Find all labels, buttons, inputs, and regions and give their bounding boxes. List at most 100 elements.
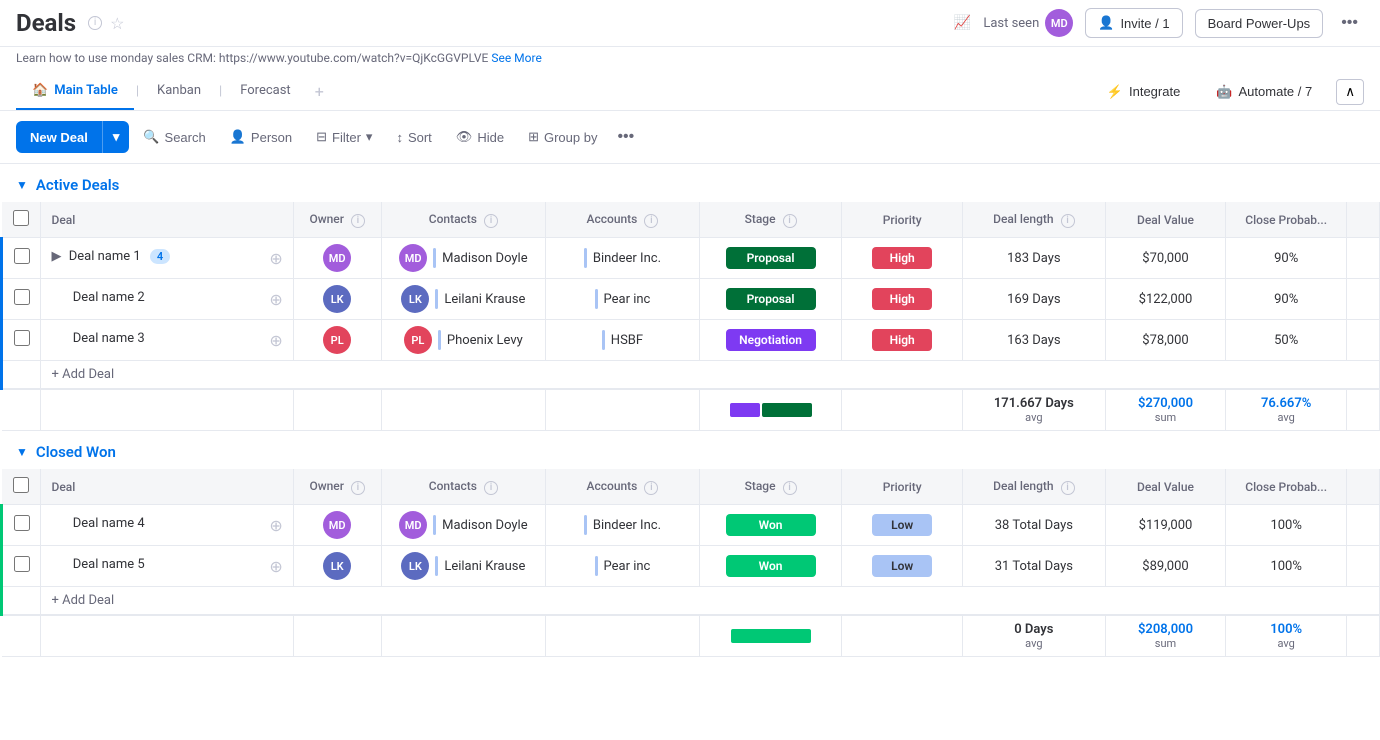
add-row-icon[interactable]: ⊕ <box>269 290 282 309</box>
account-name: Bindeer Inc. <box>593 251 661 266</box>
cw-th-deal: Deal <box>41 469 293 505</box>
closed-won-title[interactable]: Closed Won <box>36 443 116 461</box>
deal-value-cell: $70,000 <box>1105 238 1226 279</box>
filter-button[interactable]: ⊟ Filter ▾ <box>306 123 382 151</box>
contact-cell: MD Madison Doyle <box>381 238 546 279</box>
th-stage: Stage i <box>699 202 842 238</box>
hide-label: Hide <box>477 130 504 145</box>
row-checkbox[interactable] <box>14 515 30 531</box>
accounts-info-icon[interactable]: i <box>644 214 658 228</box>
integrate-icon: ⚡ <box>1107 84 1123 100</box>
collapse-button[interactable]: ∧ <box>1336 79 1364 105</box>
expand-icon[interactable]: ▶ <box>51 249 61 264</box>
person-button[interactable]: 👤 Person <box>220 123 302 151</box>
add-row-icon[interactable]: ⊕ <box>269 516 282 535</box>
row-checkbox[interactable] <box>14 248 30 264</box>
deal-value-cell: $119,000 <box>1105 505 1226 546</box>
invite-button[interactable]: 👤 Invite / 1 <box>1085 8 1182 38</box>
th-deal-value: Deal Value <box>1105 202 1226 238</box>
cw-owner-info-icon[interactable]: i <box>351 481 365 495</box>
cw-accounts-info-icon[interactable]: i <box>644 481 658 495</box>
stage-cell: Negotiation <box>699 320 842 361</box>
tab-kanban[interactable]: Kanban <box>141 73 217 110</box>
stage-cell: Won <box>699 505 842 546</box>
info-icon[interactable]: i <box>88 16 102 30</box>
summary-deal-value-val: $270,000 <box>1116 396 1216 411</box>
owner-avatar: PL <box>323 326 351 354</box>
owner-cell: PL <box>293 320 381 361</box>
cw-deal-length-info-icon[interactable]: i <box>1061 481 1075 495</box>
active-deals-chevron[interactable]: ▼ <box>16 178 28 192</box>
account-name: Pear inc <box>604 292 651 307</box>
search-button[interactable]: 🔍 Search <box>133 123 215 151</box>
summary-close-prob-val: 100% <box>1236 622 1336 637</box>
tab-forecast[interactable]: Forecast <box>224 73 306 110</box>
row-checkbox[interactable] <box>14 556 30 572</box>
sort-button[interactable]: ↕ Sort <box>386 124 441 151</box>
owner-cell: LK <box>293 546 381 587</box>
add-deal-cell[interactable]: + Add Deal <box>41 361 1380 390</box>
sum-check <box>2 389 41 431</box>
add-deal-row: + Add Deal <box>2 587 1380 616</box>
deal-value-cell: $89,000 <box>1105 546 1226 587</box>
tab-separator-1: | <box>136 84 139 99</box>
select-all-active[interactable] <box>13 210 29 226</box>
owner-cell: MD <box>293 238 381 279</box>
account-separator <box>595 556 598 576</box>
deal-length-cell: 163 Days <box>963 320 1106 361</box>
account-cell: Bindeer Inc. <box>546 505 700 546</box>
cw-th-check <box>2 469 41 505</box>
contact-cell: LK Leilani Krause <box>381 279 546 320</box>
row-checkbox[interactable] <box>14 289 30 305</box>
header-right: 📈 Last seen MD 👤 Invite / 1 Board Power-… <box>954 8 1364 38</box>
group-by-button[interactable]: ⊞ Group by <box>518 123 607 151</box>
more-options-button[interactable]: ••• <box>1335 12 1364 34</box>
add-tab-button[interactable]: + <box>315 82 324 101</box>
person-label: Person <box>251 130 292 145</box>
add-row-icon[interactable]: ⊕ <box>269 557 282 576</box>
closed-won-chevron[interactable]: ▼ <box>16 445 28 459</box>
new-deal-dropdown-icon[interactable]: ▾ <box>102 121 130 153</box>
row-checkbox[interactable] <box>14 330 30 346</box>
deal-name: Deal name 5 <box>73 557 145 572</box>
th-contacts: Contacts i <box>381 202 546 238</box>
deal-value-cell: $122,000 <box>1105 279 1226 320</box>
summary-close-prob-label: avg <box>1236 411 1336 424</box>
select-all-won[interactable] <box>13 477 29 493</box>
add-row-icon[interactable]: ⊕ <box>269 249 282 268</box>
priority-cell: Low <box>842 505 963 546</box>
sum-accounts <box>546 615 700 657</box>
stage-info-icon[interactable]: i <box>783 214 797 228</box>
hide-button[interactable]: 👁 Hide <box>446 123 514 151</box>
new-deal-button[interactable]: New Deal ▾ <box>16 121 129 153</box>
active-deals-title[interactable]: Active Deals <box>36 176 120 194</box>
automate-button[interactable]: 🤖 Automate / 7 <box>1204 78 1324 106</box>
th-extra <box>1347 202 1380 238</box>
cw-stage-info-icon[interactable]: i <box>783 481 797 495</box>
owner-info-icon[interactable]: i <box>351 214 365 228</box>
contact-name: Phoenix Levy <box>447 333 523 348</box>
extra-cell <box>1347 279 1380 320</box>
contact-name: Madison Doyle <box>442 251 528 266</box>
tabs-right: ⚡ Integrate 🤖 Automate / 7 ∧ <box>1095 78 1364 106</box>
add-deal-cell[interactable]: + Add Deal <box>41 587 1380 616</box>
see-more-link[interactable]: See More <box>491 51 541 65</box>
tab-main-table[interactable]: 🏠 Main Table <box>16 73 134 110</box>
contacts-info-icon[interactable]: i <box>484 214 498 228</box>
sum-deal-value: $208,000 sum <box>1105 615 1226 657</box>
closed-won-tbody: Deal name 4 ⊕ MD MD Madison Doyle Bindee… <box>2 505 1380 657</box>
cw-contacts-info-icon[interactable]: i <box>484 481 498 495</box>
sum-check <box>2 615 41 657</box>
th-close-prob: Close Probab... <box>1226 202 1347 238</box>
invite-label: Invite / 1 <box>1120 16 1169 31</box>
integrate-button[interactable]: ⚡ Integrate <box>1095 78 1193 106</box>
account-cell: Pear inc <box>546 546 700 587</box>
toolbar-more-button[interactable]: ••• <box>611 126 640 148</box>
integrate-label: Integrate <box>1129 84 1180 99</box>
deal-length-info-icon[interactable]: i <box>1061 214 1075 228</box>
add-row-icon[interactable]: ⊕ <box>269 331 282 350</box>
star-icon[interactable]: ☆ <box>110 14 124 33</box>
board-powerups-button[interactable]: Board Power-Ups <box>1195 9 1324 38</box>
close-prob-cell: 90% <box>1226 238 1347 279</box>
owner-avatar: LK <box>323 552 351 580</box>
